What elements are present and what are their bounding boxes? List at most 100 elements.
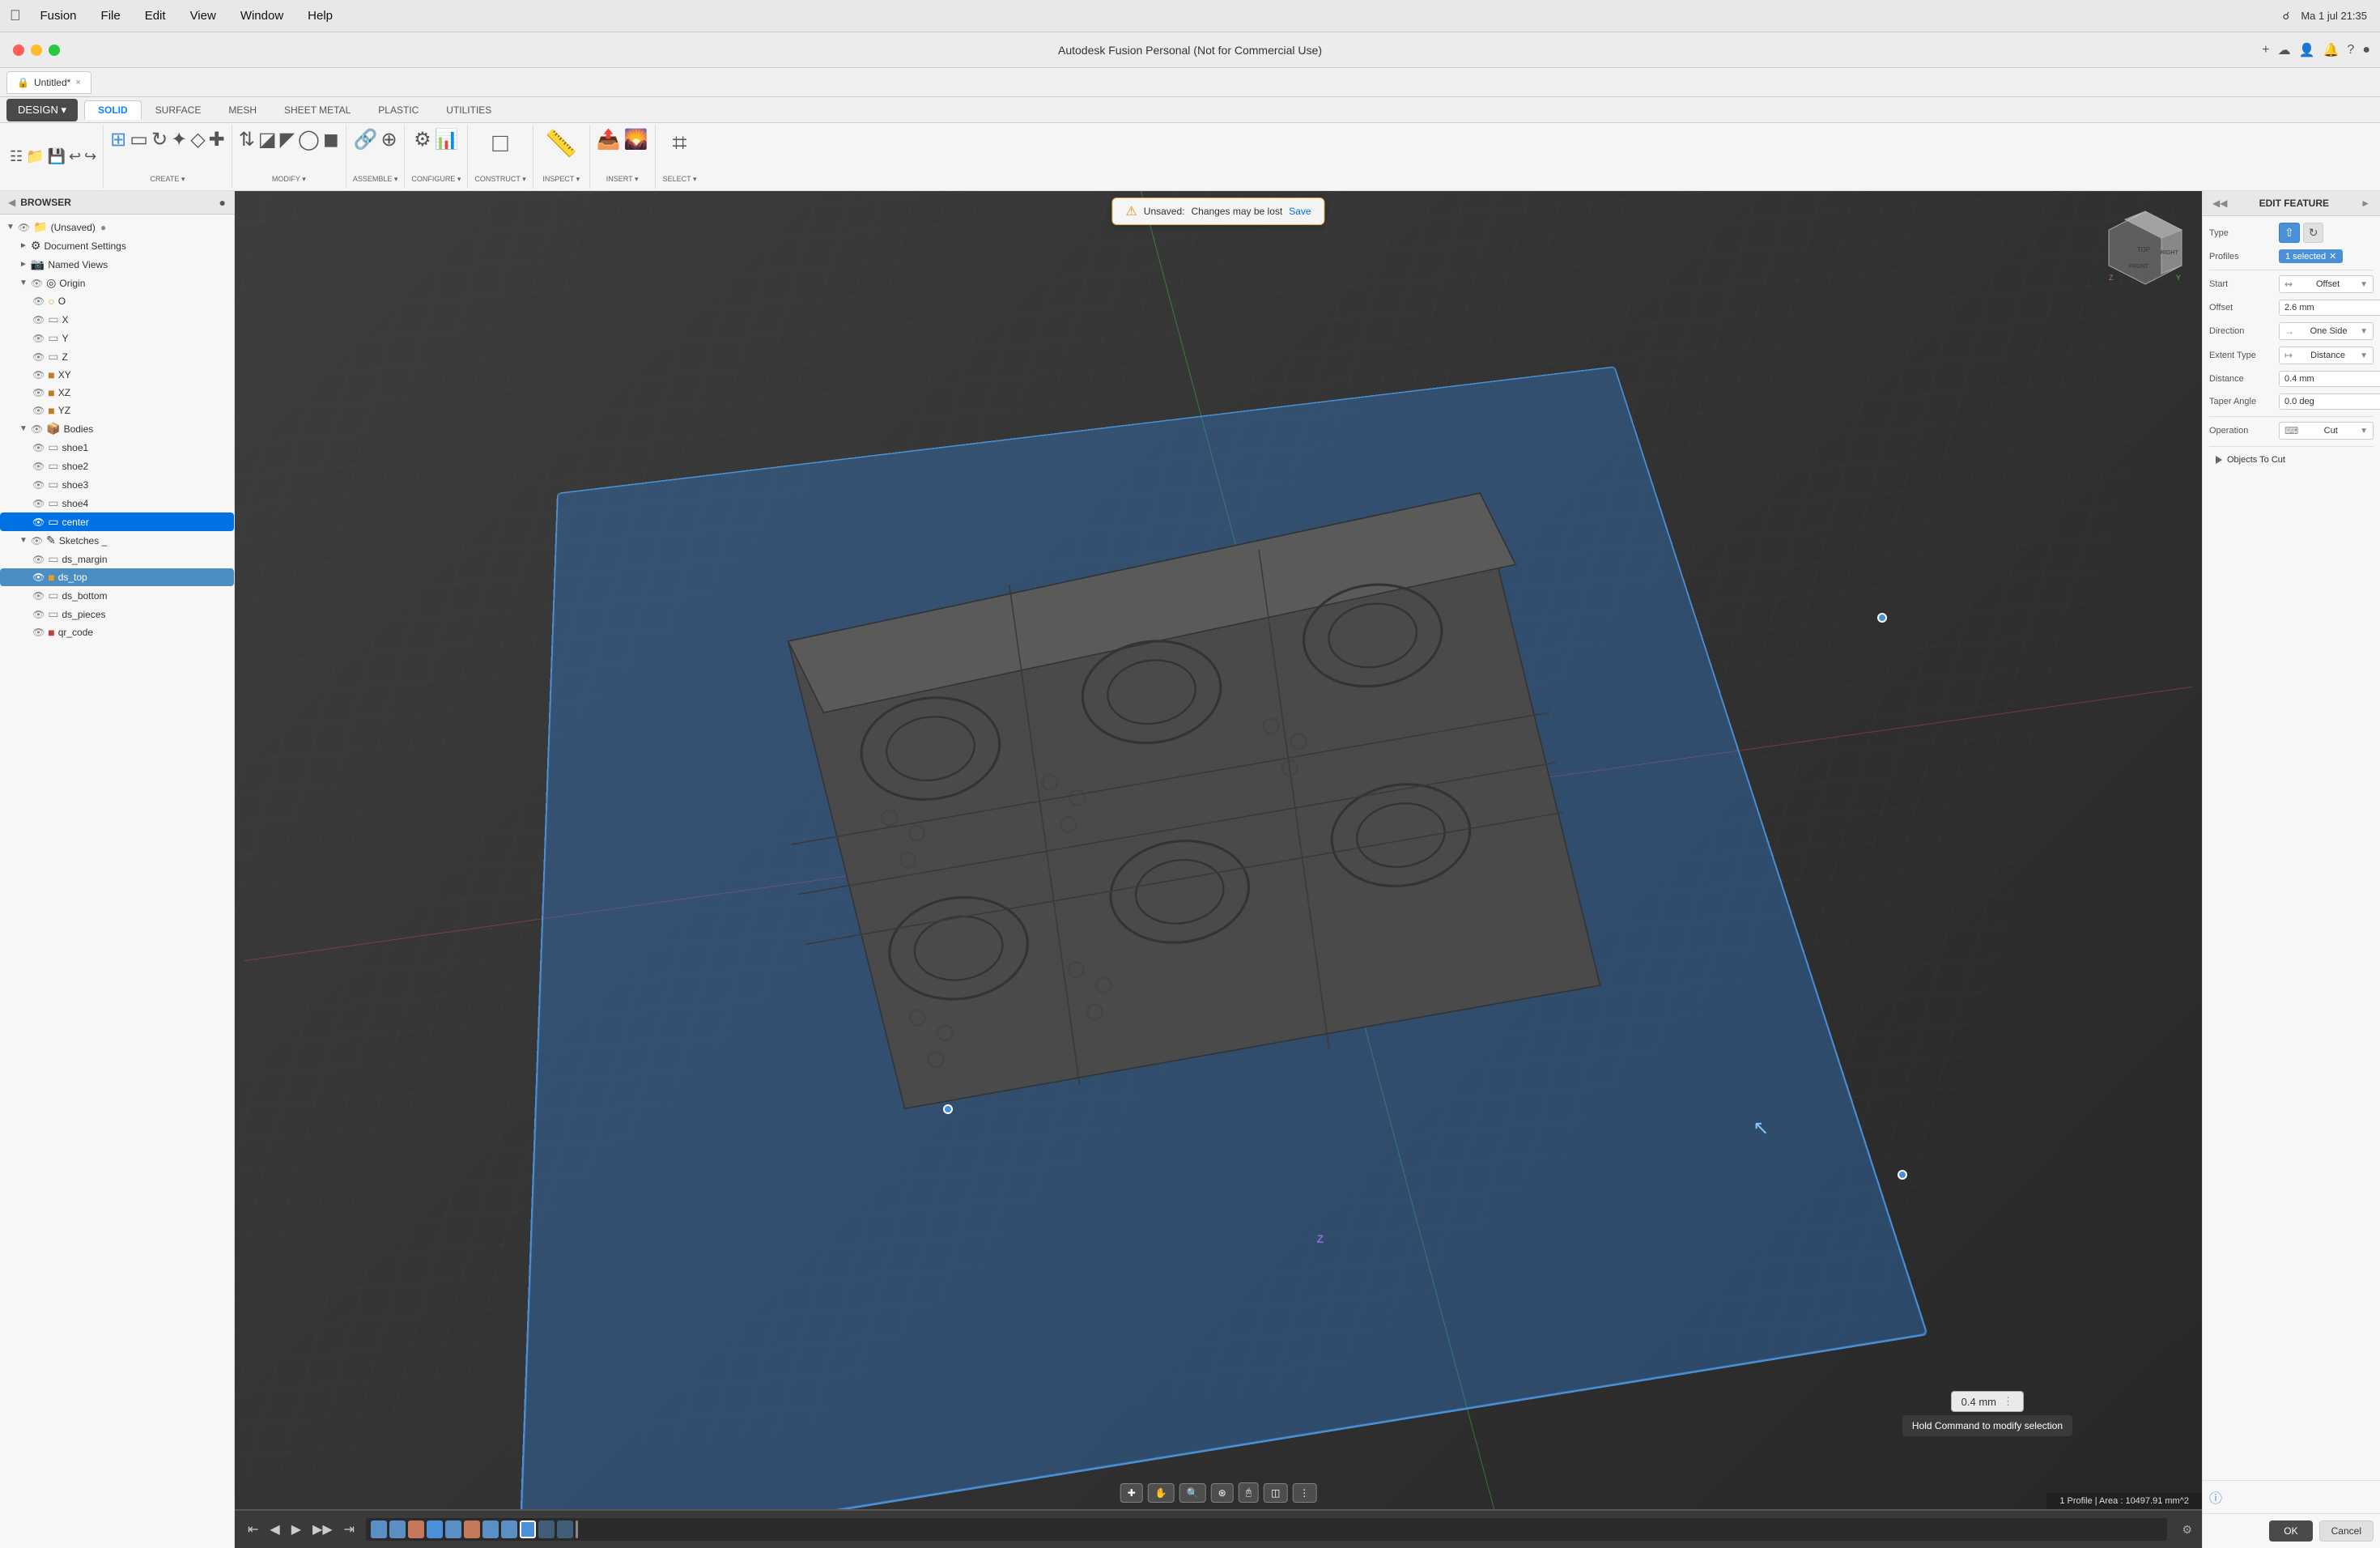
save-icon[interactable]: 💾 (48, 148, 66, 165)
profiles-badge[interactable]: 1 selected ✕ (2279, 249, 2343, 263)
tl-marker-2[interactable] (389, 1520, 406, 1538)
tl-marker-5[interactable] (445, 1520, 461, 1538)
zoom-extent-btn[interactable]: ⊛ (1211, 1483, 1234, 1503)
tree-item-ds-pieces[interactable]: 👁 ▭ ds_pieces (0, 605, 234, 623)
tl-marker-9[interactable] (520, 1520, 536, 1538)
tree-item-origin[interactable]: ▼ 👁 ◎ Origin (0, 274, 234, 292)
distance-input[interactable] (2279, 371, 2380, 387)
move-btn[interactable]: ✚ (1120, 1483, 1143, 1503)
fillet-icon[interactable]: ◪ (258, 128, 277, 151)
loft-icon[interactable]: ◇ (190, 128, 205, 151)
browser-settings-icon[interactable]: ● (219, 196, 226, 209)
taper-input[interactable] (2279, 393, 2380, 410)
selection-handle-2[interactable] (1898, 1170, 1907, 1180)
maximize-button[interactable] (49, 45, 60, 56)
apple-menu[interactable]:  (10, 7, 21, 24)
info-icon[interactable]: ⓘ (2209, 1487, 2222, 1507)
visibility-icon[interactable]: 👁 (32, 461, 45, 472)
timeline-settings-btn[interactable]: ⚙ (2182, 1523, 2192, 1537)
chamfer-icon[interactable]: ◤ (280, 128, 295, 151)
orbit-btn[interactable]: ✋ (1148, 1483, 1175, 1503)
tree-item-qr-code[interactable]: 👁 ■ qr_code (0, 623, 234, 641)
visibility-icon[interactable]: 👁 (31, 535, 43, 546)
tl-marker-3[interactable] (408, 1520, 424, 1538)
tree-item-unsaved[interactable]: ▼ 👁 📁 (Unsaved) ● (0, 218, 234, 236)
tree-item-ds-bottom[interactable]: 👁 ▭ ds_bottom (0, 586, 234, 605)
insert-icon[interactable]: 📤 (597, 128, 621, 151)
tab-close-button[interactable]: × (75, 78, 80, 87)
visibility-icon[interactable]: 👁 (32, 517, 45, 528)
undo-icon[interactable]: ↩ (69, 148, 81, 165)
visibility-icon[interactable]: 👁 (32, 554, 45, 565)
visibility-icon[interactable]: 👁 (32, 314, 45, 325)
decal-icon[interactable]: 🌄 (624, 128, 648, 151)
minimize-button[interactable] (31, 45, 42, 56)
selection-handle-3[interactable] (943, 1104, 953, 1114)
grid-icon[interactable]: ☷ (10, 148, 23, 165)
redo-icon[interactable]: ↪ (84, 148, 96, 165)
visibility-icon[interactable]: 👁 (32, 333, 45, 344)
visibility-icon[interactable]: 👁 (32, 627, 45, 638)
tab-sheet-metal[interactable]: SHEET METAL (270, 100, 364, 120)
visibility-icon[interactable]: 👁 (31, 278, 43, 289)
cloud-icon[interactable]: ☁ (2278, 42, 2291, 58)
tab-mesh[interactable]: MESH (215, 100, 270, 120)
objects-to-cut[interactable]: Objects To Cut (2209, 452, 2374, 468)
visibility-icon[interactable]: 👁 (32, 590, 45, 602)
tree-item-shoe1[interactable]: 👁 ▭ shoe1 (0, 438, 234, 457)
panel-expand-left[interactable]: ◀◀ (2212, 198, 2227, 209)
tl-marker-7[interactable] (482, 1520, 499, 1538)
visibility-icon[interactable]: 👁 (32, 498, 45, 509)
shell-icon[interactable]: ◯ (298, 128, 320, 151)
tree-item-yz[interactable]: 👁 ■ YZ (0, 402, 234, 419)
tree-item-shoe3[interactable]: 👁 ▭ shoe3 (0, 475, 234, 494)
timeline-next-btn[interactable]: ▶▶ (309, 1518, 336, 1541)
tl-marker-4[interactable] (427, 1520, 443, 1538)
tree-item-xz[interactable]: 👁 ■ XZ (0, 384, 234, 402)
profiles-clear-icon[interactable]: ✕ (2329, 251, 2336, 262)
start-select[interactable]: ↭ Offset ▼ (2279, 275, 2374, 293)
folder-icon[interactable]: 📁 (26, 148, 44, 165)
tree-item-y[interactable]: 👁 ▭ Y (0, 329, 234, 347)
bell-icon[interactable]: 🔔 (2323, 42, 2340, 58)
tree-item-ds-top[interactable]: 👁 ■ ds_top (0, 568, 234, 586)
table-icon[interactable]: 📊 (435, 128, 459, 151)
save-button[interactable]: Save (1289, 206, 1311, 217)
more-btn[interactable]: ⋮ (1292, 1483, 1316, 1503)
browser-collapse-icon[interactable]: ◀ (8, 197, 15, 208)
tree-item-doc-settings[interactable]: ► ⚙ Document Settings (0, 236, 234, 255)
tab-surface[interactable]: SURFACE (142, 100, 215, 120)
visibility-icon[interactable]: 👁 (32, 351, 45, 363)
dim-menu-icon[interactable]: ⋮ (2003, 1395, 2013, 1408)
press-pull-icon[interactable]: ⇅ (239, 128, 255, 151)
revolve-icon[interactable]: ↻ (151, 128, 168, 151)
tree-item-x[interactable]: 👁 ▭ X (0, 310, 234, 329)
select-icon[interactable]: ⌗ (673, 128, 687, 159)
visibility-icon[interactable]: 👁 (18, 222, 30, 233)
visibility-icon[interactable]: 👁 (31, 423, 43, 435)
menu-help[interactable]: Help (303, 7, 338, 24)
visibility-icon[interactable]: 👁 (32, 387, 45, 398)
offset-input[interactable] (2279, 300, 2380, 316)
timeline-track[interactable] (366, 1518, 2167, 1541)
tab-utilities[interactable]: UTILITIES (432, 100, 505, 120)
menu-file[interactable]: File (96, 7, 125, 24)
panel-expand-right[interactable]: ► (2361, 198, 2370, 209)
direction-select[interactable]: → One Side ▼ (2279, 322, 2374, 340)
operation-select[interactable]: ⌨ Cut ▼ (2279, 422, 2374, 440)
visibility-icon[interactable]: 👁 (32, 572, 45, 583)
extrude-type-btn[interactable]: ⇧ (2279, 223, 2300, 243)
cancel-button[interactable]: Cancel (2319, 1520, 2374, 1542)
user-icon[interactable]: ● (2362, 43, 2370, 57)
tree-item-sketches[interactable]: ▼ 👁 ✎ Sketches _ (0, 531, 234, 550)
tree-item-ds-margin[interactable]: 👁 ▭ ds_margin (0, 550, 234, 568)
extrude-icon[interactable]: ▭ (130, 128, 148, 151)
ok-button[interactable]: OK (2269, 1520, 2312, 1542)
extent-type-select[interactable]: ↦ Distance ▼ (2279, 347, 2374, 364)
tl-marker-6[interactable] (464, 1520, 480, 1538)
tree-item-shoe2[interactable]: 👁 ▭ shoe2 (0, 457, 234, 475)
measure-icon[interactable]: 📏 (545, 128, 577, 159)
tree-item-center[interactable]: 👁 ▭ center (0, 512, 234, 531)
tab-solid[interactable]: SOLID (84, 100, 142, 120)
new-component-icon[interactable]: ⊞ (110, 128, 126, 151)
